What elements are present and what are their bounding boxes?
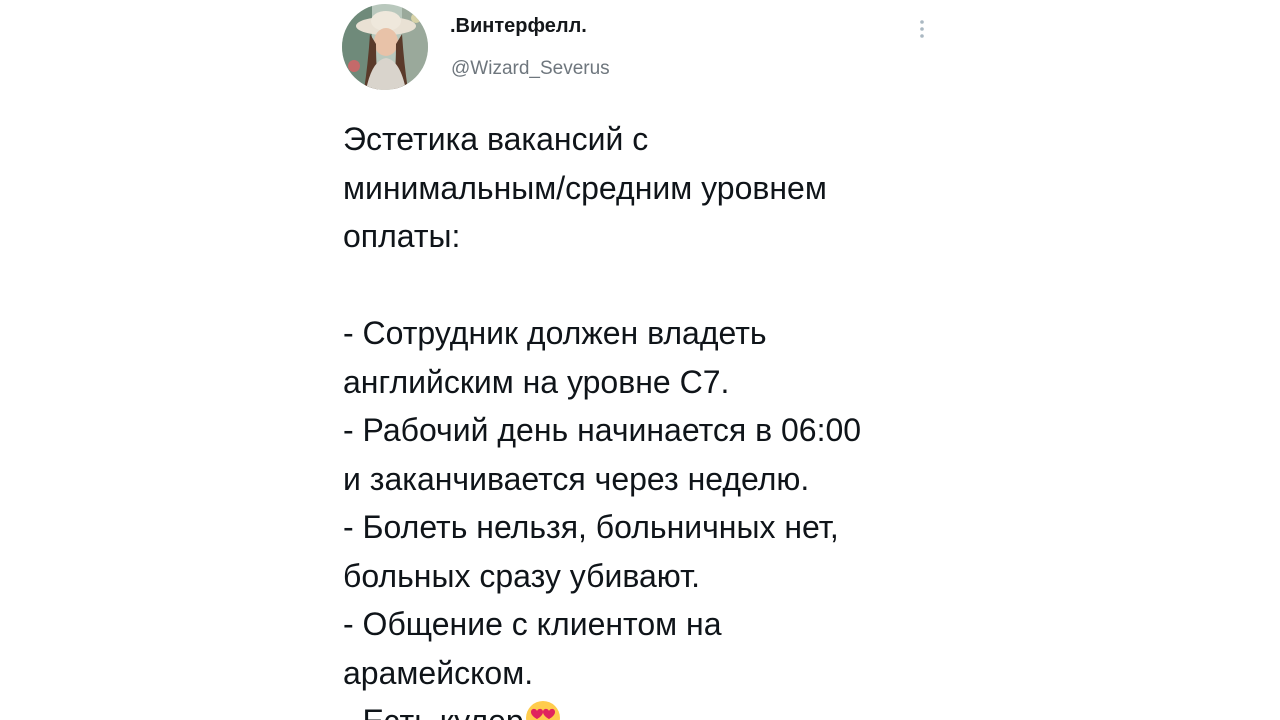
tweet-text-line: - Сотрудник должен владеть [343, 315, 767, 351]
avatar-photo-icon [342, 4, 428, 90]
tweet-text-line: - Болеть нельзя, больничных нет, [343, 509, 839, 545]
heart-eyes-emoji-icon [525, 700, 561, 720]
tweet-text-line: - Рабочий день начинается в 06:00 [343, 412, 862, 448]
tweet-text-last-line: - Есть кулер [343, 697, 933, 720]
tweet-text-line: больных сразу убивают. [343, 557, 701, 594]
tweet-card: .Винтерфелл. @Wizard_Severus Эстетика ва… [340, 0, 940, 720]
tweet-text-line: арамейском. [343, 654, 534, 691]
tweet-text-line: оплаты: [343, 218, 461, 254]
tweet-text-line: минимальным/средним уровнем [343, 169, 827, 206]
tweet-text-line: и заканчивается через неделю. [343, 460, 810, 497]
tweet-text: Эстетика вакансий с минимальным/средним … [343, 115, 933, 720]
tweet-text-blank-line [343, 261, 933, 310]
tweet-text-line: Эстетика вакансий с [343, 121, 649, 157]
user-handle[interactable]: @Wizard_Severus [451, 58, 610, 80]
display-name[interactable]: .Винтерфелл. [450, 15, 587, 38]
tweet-text-line: - Общение с клиентом на [343, 606, 722, 642]
avatar[interactable] [342, 4, 428, 90]
more-options-button[interactable] [912, 14, 932, 44]
tweet-text-line: - Есть кулер [343, 703, 524, 720]
vertical-dots-icon [920, 20, 924, 38]
tweet-text-line: английским на уровне С7. [343, 363, 730, 400]
